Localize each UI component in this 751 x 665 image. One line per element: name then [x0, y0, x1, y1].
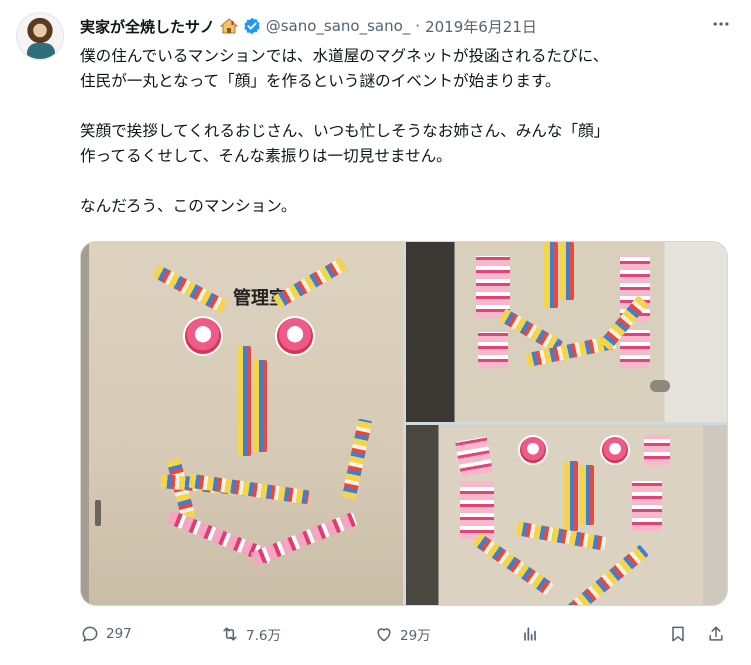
photo-door-face-3[interactable]: [406, 425, 727, 605]
separator-dot: ·: [415, 17, 421, 35]
reply-button[interactable]: 297: [80, 620, 132, 648]
retweet-button[interactable]: 7.6万: [220, 620, 281, 648]
reply-count: 297: [106, 626, 132, 642]
user-handle[interactable]: @sano_sano_sano_: [266, 17, 411, 35]
analytics-button[interactable]: [520, 620, 540, 648]
heart-icon: [377, 628, 391, 642]
bookmark-button[interactable]: [668, 620, 688, 648]
share-button[interactable]: [706, 620, 726, 648]
avatar[interactable]: [16, 12, 64, 60]
display-name[interactable]: 実家が全焼したサノ: [80, 16, 215, 37]
photo-door-face-1[interactable]: 管理室: [81, 242, 403, 605]
tweet-actions: 297 7.6万 29万: [80, 620, 736, 648]
tweet-date[interactable]: 2019年6月21日: [425, 16, 537, 37]
media-grid: 管理室: [80, 241, 728, 606]
house-emoji-icon: [219, 17, 239, 35]
tweet-line: 僕の住んでいるマンションでは、水道屋のマグネットが投函されるたびに、: [80, 47, 609, 65]
retweet-count: 7.6万: [246, 628, 281, 644]
reply-icon: [82, 626, 98, 642]
like-count: 29万: [400, 628, 431, 644]
tweet-text: 僕の住んでいるマンションでは、水道屋のマグネットが投函されるたびに、 住民が一丸…: [80, 44, 740, 219]
tweet-header: 実家が全焼したサノ @sano_sano_sano_ · 2019年6月21日: [80, 14, 735, 38]
tweet-line: 住民が一丸となって「顔」を作るという謎のイベントが始まります。: [80, 72, 561, 90]
photo-door-face-2[interactable]: [406, 242, 727, 422]
more-icon[interactable]: [707, 10, 735, 38]
tweet-line: 作ってるくせして、そんな素振りは一切見せません。: [80, 147, 452, 165]
bookmark-icon: [672, 626, 684, 642]
analytics-icon: [524, 627, 536, 641]
share-icon: [709, 626, 723, 641]
verified-badge-icon[interactable]: [243, 17, 261, 35]
tweet-line: なんだろう、このマンション。: [80, 197, 297, 215]
retweet-icon: [223, 627, 237, 641]
tweet-line: 笑顔で挨拶してくれるおじさん、いつも忙しそうなお姉さん、みんな「顔」: [80, 122, 610, 140]
like-button[interactable]: 29万: [374, 620, 431, 648]
